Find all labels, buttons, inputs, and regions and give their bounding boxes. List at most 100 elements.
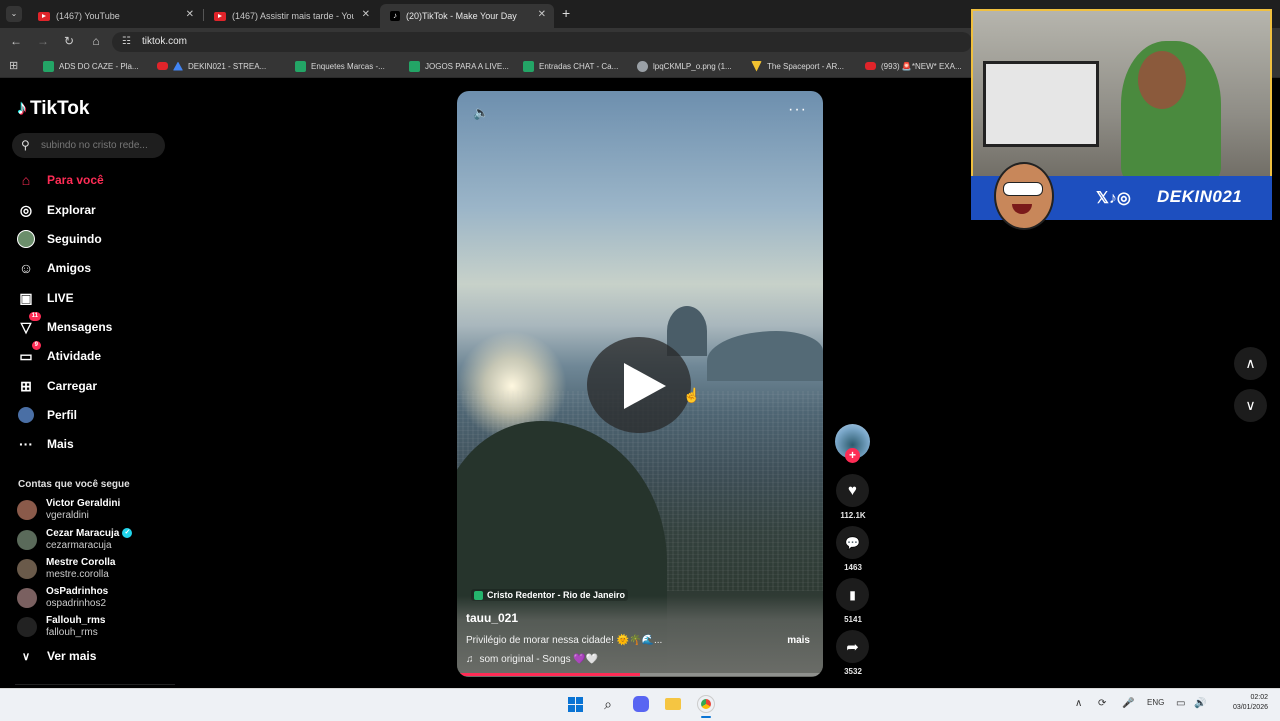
address-bar[interactable]: ☷ tiktok.com (112, 32, 972, 52)
nav-profile[interactable]: Perfil (17, 405, 77, 425)
music-note-icon: ♫ (466, 654, 474, 665)
avatar (17, 530, 37, 550)
like-count: 112.1K (840, 511, 866, 520)
account-item[interactable]: Victor Geraldini vgeraldini (17, 497, 120, 523)
close-tab-icon[interactable]: ✕ (186, 9, 194, 20)
more-icon: ··· (19, 436, 33, 452)
search-icon[interactable]: ⌕ (599, 695, 617, 713)
caption-more-button[interactable]: mais (787, 635, 810, 646)
bookmark-item[interactable]: The Spaceport - AR... (751, 58, 844, 74)
tray-overflow-icon[interactable]: ∧ (1075, 698, 1082, 709)
network-icon[interactable]: ▭ (1176, 698, 1185, 709)
account-item[interactable]: Fallouh_rms fallouh_rms (17, 614, 105, 640)
volume-tray-icon[interactable]: 🔊 (1194, 698, 1206, 709)
nav-messages[interactable]: ▽ 11 Mensagens (17, 312, 112, 337)
cartoon-mascot (994, 162, 1054, 230)
tab-title: (20)TikTok - Make Your Day (406, 11, 517, 21)
clock[interactable]: 02:02 03/01/2026 (1220, 693, 1268, 713)
previous-video-button[interactable]: ∧ (1234, 347, 1267, 380)
reload-icon[interactable]: ↻ (61, 33, 77, 49)
youtube-icon (865, 62, 876, 70)
bookmark-item[interactable]: DEKIN021 - STREA... (157, 58, 266, 74)
cursor-icon: ☝ (683, 387, 701, 403)
video-sound[interactable]: ♫ som original - Songs 💜🤍 (466, 654, 598, 665)
apps-grid-icon[interactable]: ⊞ (9, 59, 18, 72)
nav-live[interactable]: ▣ LIVE (17, 288, 73, 308)
nav-friends[interactable]: ☺ Amigos (17, 258, 91, 278)
messages-badge: 11 (28, 312, 41, 321)
avatar (17, 559, 37, 579)
chrome-icon[interactable] (697, 695, 715, 713)
more-options-icon[interactable]: ··· (788, 101, 807, 119)
share-button[interactable]: ➦ (836, 630, 869, 663)
streamer-tag: DEKIN021 (1157, 187, 1243, 206)
nav-following[interactable]: Seguindo (17, 229, 102, 249)
tab-watch-later[interactable]: (1467) Assistir mais tarde - You ✕ (204, 4, 378, 28)
brand-name: TikTok (30, 97, 90, 119)
chevron-down-icon: ∨ (21, 650, 31, 663)
close-tab-icon[interactable]: ✕ (362, 9, 370, 20)
follow-plus-icon[interactable]: + (845, 448, 860, 463)
language-indicator[interactable]: ENG (1147, 698, 1164, 707)
heart-icon: ♥ (848, 482, 857, 499)
close-tab-icon[interactable]: ✕ (538, 9, 546, 20)
save-button[interactable]: ▮ (836, 578, 869, 611)
nav-for-you[interactable]: ⌂ Para você (17, 170, 104, 190)
tab-title: (1467) Assistir mais tarde - You (232, 11, 354, 21)
compass-icon: ◎ (19, 201, 33, 218)
back-icon[interactable]: ← (8, 33, 24, 49)
video-player[interactable]: 🔈 ··· ☝ Cristo Redentor - Rio de Janeiro… (457, 91, 823, 677)
following-accounts-title: Contas que você segue (18, 479, 130, 490)
messages-icon: ▽ 11 (17, 312, 41, 336)
bookmark-item[interactable]: lpqCKMLP_o.png (1... (637, 58, 732, 74)
next-video-button[interactable]: ∨ (1234, 389, 1267, 422)
tab-tiktok[interactable]: ♪ (20)TikTok - Make Your Day ✕ (380, 4, 554, 28)
nav-more[interactable]: ··· Mais (17, 434, 74, 454)
sync-icon[interactable]: ⟳ (1098, 698, 1106, 709)
activity-badge: 9 (31, 341, 41, 350)
location-tag[interactable]: Cristo Redentor - Rio de Janeiro (471, 589, 629, 601)
video-progress-bar[interactable] (457, 673, 823, 676)
live-icon: ▣ (19, 289, 33, 306)
tiktok-logo[interactable]: ♪ TikTok (17, 97, 89, 120)
bookmark-item[interactable]: Enquetes Marcas -... (295, 58, 385, 74)
forward-icon[interactable]: → (35, 33, 51, 49)
url-text: tiktok.com (142, 36, 188, 47)
tab-list-dropdown[interactable]: ⌄ (6, 6, 22, 22)
globe-icon (637, 60, 648, 72)
windows-start-icon[interactable] (566, 695, 584, 713)
mountain (707, 331, 823, 381)
youtube-icon (214, 11, 226, 21)
site-settings-icon[interactable]: ☷ (122, 32, 131, 52)
tab-youtube[interactable]: (1467) YouTube ✕ (28, 4, 202, 28)
account-item[interactable]: Mestre Corolla mestre.corolla (17, 556, 115, 582)
nav-activity[interactable]: ▭ 9 Atividade (17, 341, 101, 366)
nav-explore[interactable]: ◎ Explorar (17, 200, 96, 220)
file-explorer-icon[interactable] (664, 695, 682, 713)
account-item[interactable]: OsPadrinhos ospadrinhos2 (17, 585, 108, 611)
tiktok-note-icon: ♪ (17, 97, 27, 119)
bookmark-item[interactable]: (993) 🚨*NEW* EXA... (865, 58, 962, 74)
nav-upload[interactable]: ⊞ Carregar (17, 376, 97, 396)
sheets-icon (409, 60, 420, 72)
bookmark-item[interactable]: JOGOS PARA A LIVE... (409, 58, 509, 74)
volume-icon[interactable]: 🔈 (473, 105, 489, 121)
new-tab-button[interactable]: + (562, 5, 570, 21)
see-more-button[interactable]: ∨ Ver mais (17, 646, 96, 666)
like-button[interactable]: ♥ (836, 474, 869, 507)
discord-icon[interactable] (632, 695, 650, 713)
search-input[interactable]: ⚲ subindo no cristo rede... (12, 133, 165, 158)
search-placeholder: subindo no cristo rede... (41, 140, 148, 151)
location-icon (474, 590, 483, 600)
comment-button[interactable]: 💬 (836, 526, 869, 559)
bookmark-item[interactable]: Entradas CHAT - Ca... (523, 58, 618, 74)
bookmark-item[interactable]: ADS DO CAZE - Pla... (43, 58, 139, 74)
spaceport-icon (751, 60, 762, 72)
microphone-icon[interactable]: 🎤 (1122, 698, 1134, 709)
home-browser-icon[interactable]: ⌂ (88, 33, 104, 49)
account-item[interactable]: Cezar Maracuja ✓ cezarmaracuja (17, 527, 133, 553)
avatar (17, 500, 37, 520)
video-author[interactable]: tauu_021 (466, 611, 518, 625)
upload-icon: ⊞ (20, 377, 32, 394)
verified-icon: ✓ (122, 528, 133, 539)
